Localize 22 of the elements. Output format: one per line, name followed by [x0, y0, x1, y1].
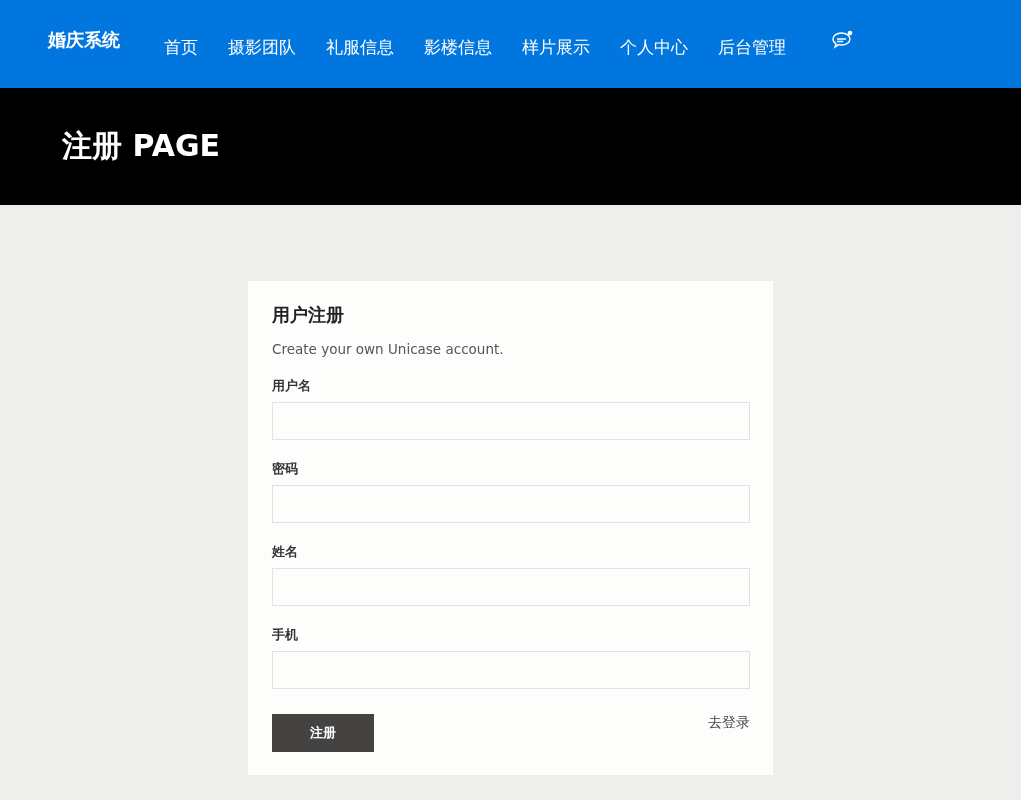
- input-field[interactable]: [272, 485, 750, 523]
- nav-link[interactable]: 个人中心: [620, 21, 688, 59]
- register-button[interactable]: 注册: [272, 714, 374, 752]
- nav-link[interactable]: 后台管理: [718, 21, 786, 59]
- field-label: 姓名: [272, 543, 299, 561]
- field-label: 密码: [272, 460, 299, 478]
- field-label: 手机: [272, 626, 299, 644]
- nav-link[interactable]: 礼服信息: [326, 21, 394, 59]
- nav-link[interactable]: 首页: [164, 21, 198, 59]
- input-field[interactable]: [272, 568, 750, 606]
- banner-title: 注册 PAGE: [62, 127, 220, 165]
- nav-link[interactable]: 影楼信息: [424, 21, 492, 59]
- nav-link[interactable]: 样片展示: [522, 21, 590, 59]
- form-title: 用户注册: [272, 303, 345, 327]
- nav-link[interactable]: 摄影团队: [228, 21, 296, 59]
- form-subtitle: Create your own Unicase account.: [272, 341, 505, 357]
- site-brand: 婚庆系统: [48, 28, 120, 52]
- chat-icon[interactable]: [830, 30, 854, 50]
- input-field[interactable]: [272, 402, 750, 440]
- field-label: 用户名: [272, 377, 312, 395]
- input-field[interactable]: [272, 651, 750, 689]
- login-link[interactable]: 去登录: [708, 714, 750, 732]
